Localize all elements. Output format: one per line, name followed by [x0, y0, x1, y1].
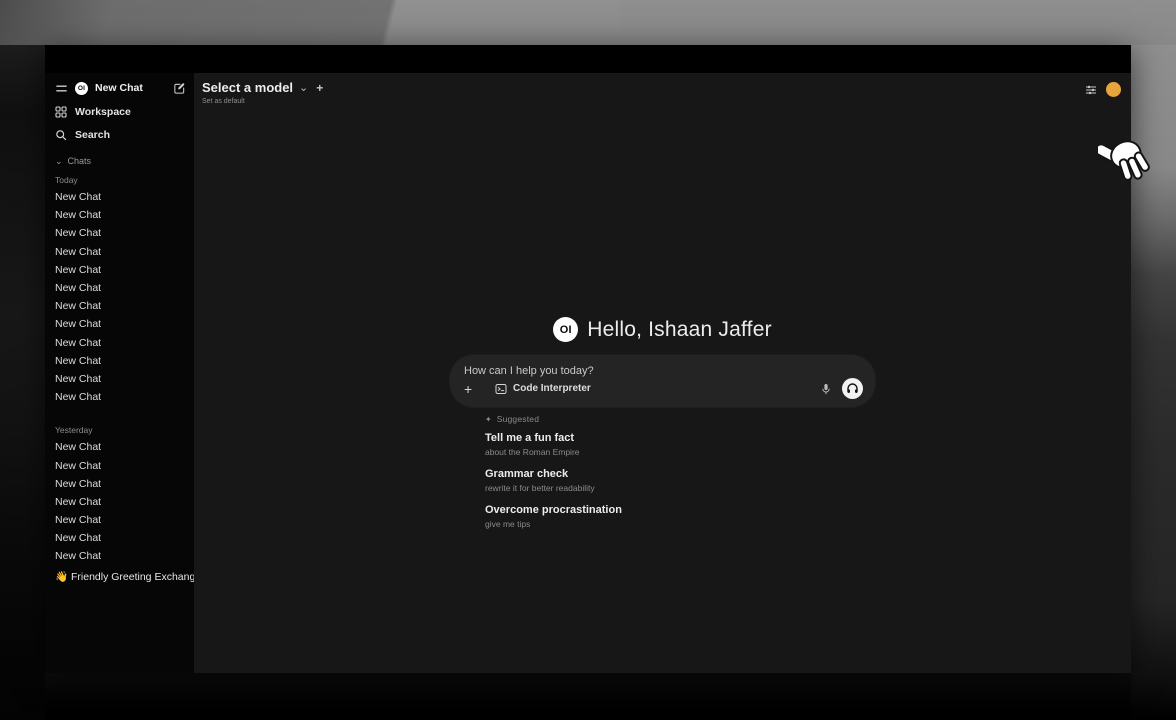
suggested-prompt-subtitle: give me tips: [485, 519, 875, 529]
desktop: OI New Chat: [0, 0, 1176, 720]
chat-list-item[interactable]: New Chat: [55, 456, 186, 474]
desktop-wallpaper-top-shadow: [0, 0, 620, 45]
chat-list-item[interactable]: New Chat: [55, 475, 186, 493]
desktop-wallpaper-left: [0, 45, 45, 720]
section-label-yesterday: Yesterday: [55, 425, 186, 438]
chat-list-item[interactable]: New Chat: [55, 261, 186, 279]
workspace-grid-icon: [55, 106, 67, 118]
microphone-icon: [820, 383, 832, 395]
chat-list-today: New Chat New Chat New Chat New Chat New …: [55, 188, 186, 406]
user-avatar[interactable]: [1106, 82, 1121, 97]
sidebar-item-search[interactable]: Search: [55, 125, 186, 144]
chat-list-item[interactable]: New Chat: [55, 438, 186, 456]
chevron-down-icon: ⌄: [299, 84, 308, 92]
chat-list-item[interactable]: New Chat: [55, 315, 186, 333]
terminal-icon: [495, 383, 507, 395]
chat-list-item[interactable]: New Chat: [55, 493, 186, 511]
chats-label: Chats: [68, 156, 92, 166]
microphone-button[interactable]: [820, 383, 832, 395]
chat-list-yesterday: New Chat New Chat New Chat New Chat New …: [55, 438, 186, 565]
desktop-wallpaper-right: [1131, 45, 1176, 720]
desktop-wallpaper-bottom: [45, 673, 1131, 720]
greeting-row: OI Hello, Ishaan Jaffer: [450, 317, 875, 342]
sidebar-item-workspace[interactable]: Workspace: [55, 102, 186, 121]
code-interpreter-toggle[interactable]: Code Interpreter: [495, 383, 591, 395]
main-header: Select a model ⌄ + Set as default: [194, 73, 1131, 105]
window-titlebar: [45, 45, 1131, 73]
chat-list-item[interactable]: New Chat: [55, 188, 186, 206]
suggested-prompt-title: Tell me a fun fact: [485, 432, 875, 445]
chat-list-item[interactable]: New Chat: [55, 279, 186, 297]
controls-sliders-icon[interactable]: [1085, 84, 1097, 96]
workspace-label: Workspace: [75, 106, 131, 118]
composer-toolbar: + Code Interpreter: [464, 378, 863, 399]
app-logo-icon: OI: [553, 317, 578, 342]
chat-list-item[interactable]: New Chat: [55, 388, 186, 406]
search-label: Search: [75, 129, 110, 141]
add-model-button[interactable]: +: [316, 81, 323, 95]
suggested-prompt[interactable]: Tell me a fun fact about the Roman Empir…: [485, 432, 875, 457]
set-as-default-button[interactable]: Set as default: [202, 98, 323, 105]
attach-plus-button[interactable]: +: [464, 381, 480, 397]
sidebar-toggle-icon[interactable]: [55, 82, 68, 95]
headphones-icon: [846, 382, 859, 395]
suggested-prompt-title: Grammar check: [485, 468, 875, 481]
chat-welcome-panel: OI Hello, Ishaan Jaffer How can I help y…: [450, 317, 875, 540]
section-label-today: Today: [55, 175, 186, 188]
sparkle-icon: ✦: [485, 415, 492, 424]
suggested-prompt[interactable]: Grammar check rewrite it for better read…: [485, 468, 875, 493]
chat-list-item[interactable]: New Chat: [55, 224, 186, 242]
chat-list-item[interactable]: New Chat: [55, 297, 186, 315]
chat-list-item[interactable]: New Chat: [55, 547, 186, 565]
model-selector[interactable]: Select a model ⌄ +: [202, 80, 323, 95]
voice-call-button[interactable]: [842, 378, 863, 399]
chat-list-item[interactable]: New Chat: [55, 334, 186, 352]
chat-list-item[interactable]: New Chat: [55, 511, 186, 529]
message-composer: How can I help you today? + Code Interpr…: [450, 355, 875, 407]
chat-list-item[interactable]: New Chat: [55, 370, 186, 388]
new-chat-pencil-icon[interactable]: [173, 82, 186, 95]
greeting-text: Hello, Ishaan Jaffer: [587, 318, 772, 342]
model-selector-label: Select a model: [202, 80, 293, 95]
main-area: Select a model ⌄ + Set as default: [194, 73, 1131, 673]
chevron-down-icon: ⌄: [55, 158, 63, 164]
suggested-prompt[interactable]: Overcome procrastination give me tips: [485, 504, 875, 529]
suggested-prompts: ✦ Suggested Tell me a fun fact about the…: [450, 413, 875, 529]
sidebar-header: OI New Chat: [55, 78, 186, 98]
chats-section-toggle[interactable]: ⌄ Chats: [55, 153, 186, 169]
sidebar: OI New Chat: [45, 73, 194, 673]
message-input[interactable]: How can I help you today?: [464, 365, 863, 377]
chat-list-item-friendly-greeting[interactable]: 👋 Friendly Greeting Exchange: [55, 568, 186, 586]
sidebar-new-chat-title[interactable]: New Chat: [95, 82, 166, 94]
search-icon: [55, 129, 67, 141]
chat-list-item[interactable]: New Chat: [55, 243, 186, 261]
suggested-header: ✦ Suggested: [485, 413, 875, 425]
code-interpreter-label: Code Interpreter: [513, 383, 591, 394]
chat-list-item[interactable]: New Chat: [55, 529, 186, 547]
app-window: OI New Chat: [45, 45, 1131, 673]
chat-list-item[interactable]: New Chat: [55, 352, 186, 370]
chat-list-item[interactable]: New Chat: [55, 206, 186, 224]
suggested-prompt-title: Overcome procrastination: [485, 504, 875, 517]
suggested-list: Tell me a fun fact about the Roman Empir…: [485, 432, 875, 529]
suggested-label: Suggested: [497, 414, 539, 424]
suggested-prompt-subtitle: about the Roman Empire: [485, 447, 875, 457]
app-logo-icon: OI: [75, 82, 88, 95]
suggested-prompt-subtitle: rewrite it for better readability: [485, 483, 875, 493]
